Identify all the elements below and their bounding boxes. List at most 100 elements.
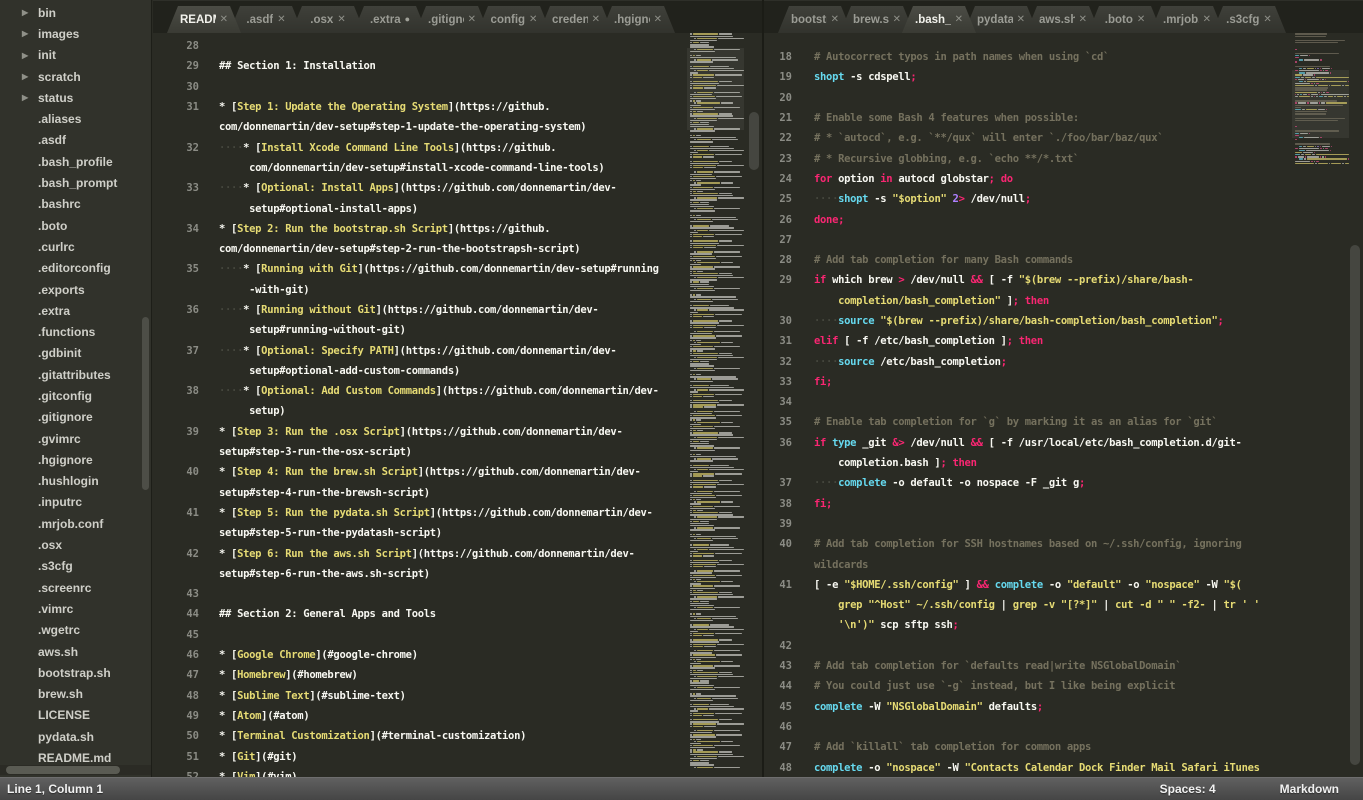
- close-icon[interactable]: ✕: [893, 15, 901, 25]
- code-line[interactable]: 18# Autocorrect typos in path names when…: [764, 47, 1363, 67]
- scrollbar-thumb[interactable]: [749, 112, 759, 170]
- code-line[interactable]: 31elif [ -f /etc/bash_completion ]; then: [764, 331, 1363, 351]
- folder-disclosure-icon[interactable]: ▶: [22, 51, 38, 60]
- scrollbar-thumb[interactable]: [6, 766, 120, 774]
- minimap-right[interactable]: [1292, 33, 1349, 777]
- scrollbar-thumb[interactable]: [142, 317, 149, 490]
- code-line[interactable]: 37····complete -o default -o nospace -F …: [764, 473, 1363, 493]
- close-icon[interactable]: ✕: [1079, 15, 1087, 25]
- code-line[interactable]: setup#running-without-git): [153, 320, 762, 340]
- tab--osx[interactable]: .osx✕: [291, 6, 365, 33]
- close-icon[interactable]: ✕: [831, 15, 839, 25]
- code-line[interactable]: 45: [153, 625, 762, 645]
- sidebar-item--gvimrc[interactable]: .gvimrc: [0, 428, 151, 449]
- tab--boto[interactable]: .boto✕: [1088, 6, 1162, 33]
- code-line[interactable]: setup#step-5-run-the-pydatash-script): [153, 523, 762, 543]
- code-line[interactable]: 46: [764, 717, 1363, 737]
- sidebar-item-bin[interactable]: ▶bin: [0, 2, 151, 23]
- sidebar-item--wgetrc[interactable]: .wgetrc: [0, 620, 151, 641]
- code-line[interactable]: 33fi;: [764, 372, 1363, 392]
- sidebar-item--osx[interactable]: .osx: [0, 534, 151, 555]
- code-line[interactable]: 34: [764, 392, 1363, 412]
- folder-disclosure-icon[interactable]: ▶: [22, 93, 38, 102]
- code-line[interactable]: 35····* [Running with Git](https://githu…: [153, 259, 762, 279]
- code-line[interactable]: com/donnemartin/dev-setup#install-xcode-…: [153, 158, 762, 178]
- code-line[interactable]: 29if which brew > /dev/null && [ -f "$(b…: [764, 270, 1363, 290]
- sidebar-item--gdbinit[interactable]: .gdbinit: [0, 343, 151, 364]
- code-line[interactable]: 47# Add `killall` tab completion for com…: [764, 737, 1363, 757]
- close-icon[interactable]: ✕: [1263, 15, 1271, 25]
- code-line[interactable]: 50* [Terminal Customization](#terminal-c…: [153, 726, 762, 746]
- sidebar-item--gitattributes[interactable]: .gitattributes: [0, 364, 151, 385]
- sidebar-item-brew-sh[interactable]: brew.sh: [0, 684, 151, 705]
- code-line[interactable]: 21# Enable some Bash 4 features when pos…: [764, 108, 1363, 128]
- code-line[interactable]: 31* [Step 1: Update the Operating System…: [153, 97, 762, 117]
- code-line[interactable]: setup#step-3-run-the-osx-script): [153, 442, 762, 462]
- code-line[interactable]: 26done;: [764, 209, 1363, 229]
- code-line[interactable]: 37····* [Optional: Specify PATH](https:/…: [153, 340, 762, 360]
- folder-disclosure-icon[interactable]: ▶: [22, 8, 38, 17]
- tab-bootstrap-sh[interactable]: bootstrap.sh✕: [778, 6, 852, 33]
- sidebar-item--gitconfig[interactable]: .gitconfig: [0, 385, 151, 406]
- sidebar-item--inputrc[interactable]: .inputrc: [0, 492, 151, 513]
- sidebar-item--gitignore[interactable]: .gitignore: [0, 407, 151, 428]
- code-line[interactable]: 32····source /etc/bash_completion;: [764, 351, 1363, 371]
- sidebar-item-aws-sh[interactable]: aws.sh: [0, 641, 151, 662]
- tab-config[interactable]: config✕: [477, 6, 551, 33]
- scrollbar-right[interactable]: [1348, 33, 1363, 777]
- syntax-mode[interactable]: Markdown: [1280, 782, 1339, 796]
- code-line[interactable]: 34* [Step 2: Run the bootstrap.sh Script…: [153, 219, 762, 239]
- code-line[interactable]: 35# Enable tab completion for `g` by mar…: [764, 412, 1363, 432]
- code-line[interactable]: setup#step-4-run-the-brewsh-script): [153, 483, 762, 503]
- sidebar-item--functions[interactable]: .functions: [0, 321, 151, 342]
- close-icon[interactable]: ✕: [1017, 15, 1025, 25]
- close-icon[interactable]: ✕: [468, 15, 476, 25]
- sidebar-item-pydata-sh[interactable]: pydata.sh: [0, 726, 151, 747]
- sidebar-item--s3cfg[interactable]: .s3cfg: [0, 556, 151, 577]
- code-line[interactable]: '\n')" scp sftp ssh;: [764, 615, 1363, 635]
- code-line[interactable]: com/donnemartin/dev-setup#step-2-run-the…: [153, 239, 762, 259]
- sidebar-item--hushlogin[interactable]: .hushlogin: [0, 471, 151, 492]
- sidebar-item--exports[interactable]: .exports: [0, 279, 151, 300]
- tab--bash-profile[interactable]: .bash_profile✕: [902, 6, 976, 33]
- code-line[interactable]: 22# * `autocd`, e.g. `**/qux` will enter…: [764, 128, 1363, 148]
- code-line[interactable]: setup#step-6-run-the-aws.sh-script): [153, 564, 762, 584]
- tab--gitignore[interactable]: .gitignore✕: [415, 6, 489, 33]
- code-line[interactable]: 19shopt -s cdspell;: [764, 67, 1363, 87]
- tab--asdf[interactable]: .asdf✕: [229, 6, 303, 33]
- minimap-left[interactable]: [687, 33, 744, 777]
- code-line[interactable]: 39: [764, 514, 1363, 534]
- close-icon[interactable]: ✕: [220, 15, 228, 25]
- code-line[interactable]: 44# You could just use `-g` instead, but…: [764, 676, 1363, 696]
- code-line[interactable]: 42: [764, 636, 1363, 656]
- code-line[interactable]: 25····shopt -s "$option" 2> /dev/null;: [764, 189, 1363, 209]
- sidebar-item-init[interactable]: ▶init: [0, 45, 151, 66]
- sidebar-vertical-scrollbar[interactable]: [142, 0, 149, 765]
- tab--mrjob-conf[interactable]: .mrjob.conf✕: [1150, 6, 1224, 33]
- sidebar-item-status[interactable]: ▶status: [0, 87, 151, 108]
- sidebar-horizontal-scrollbar[interactable]: [0, 765, 152, 775]
- code-line[interactable]: 38fi;: [764, 494, 1363, 514]
- code-line[interactable]: completion.bash ]; then: [764, 453, 1363, 473]
- tab-credentials[interactable]: credentials✕: [539, 6, 613, 33]
- code-line[interactable]: 30····source "$(brew --prefix)/share/bas…: [764, 311, 1363, 331]
- code-line[interactable]: 44## Section 2: General Apps and Tools: [153, 604, 762, 624]
- sidebar-item--editorconfig[interactable]: .editorconfig: [0, 258, 151, 279]
- code-line[interactable]: 49* [Atom](#atom): [153, 706, 762, 726]
- code-line[interactable]: 48* [Sublime Text](#sublime-text): [153, 686, 762, 706]
- code-line[interactable]: 36if type _git &> /dev/null && [ -f /usr…: [764, 433, 1363, 453]
- code-line[interactable]: 28: [153, 36, 762, 56]
- close-icon[interactable]: ✕: [277, 15, 285, 25]
- code-area-right[interactable]: 18# Autocorrect typos in path names when…: [764, 33, 1363, 777]
- code-line[interactable]: 46* [Google Chrome](#google-chrome): [153, 645, 762, 665]
- code-line[interactable]: 43# Add tab completion for `defaults rea…: [764, 656, 1363, 676]
- code-line[interactable]: 32····* [Install Xcode Command Line Tool…: [153, 137, 762, 157]
- close-icon[interactable]: ✕: [529, 15, 537, 25]
- sidebar-item-scratch[interactable]: ▶scratch: [0, 66, 151, 87]
- sidebar-item--asdf[interactable]: .asdf: [0, 130, 151, 151]
- tab--extra[interactable]: .extra●: [353, 6, 427, 33]
- close-icon[interactable]: ✕: [592, 15, 600, 25]
- code-line[interactable]: com/donnemartin/dev-setup#step-1-update-…: [153, 117, 762, 137]
- sidebar-item-license[interactable]: LICENSE: [0, 705, 151, 726]
- code-line[interactable]: 30: [153, 77, 762, 97]
